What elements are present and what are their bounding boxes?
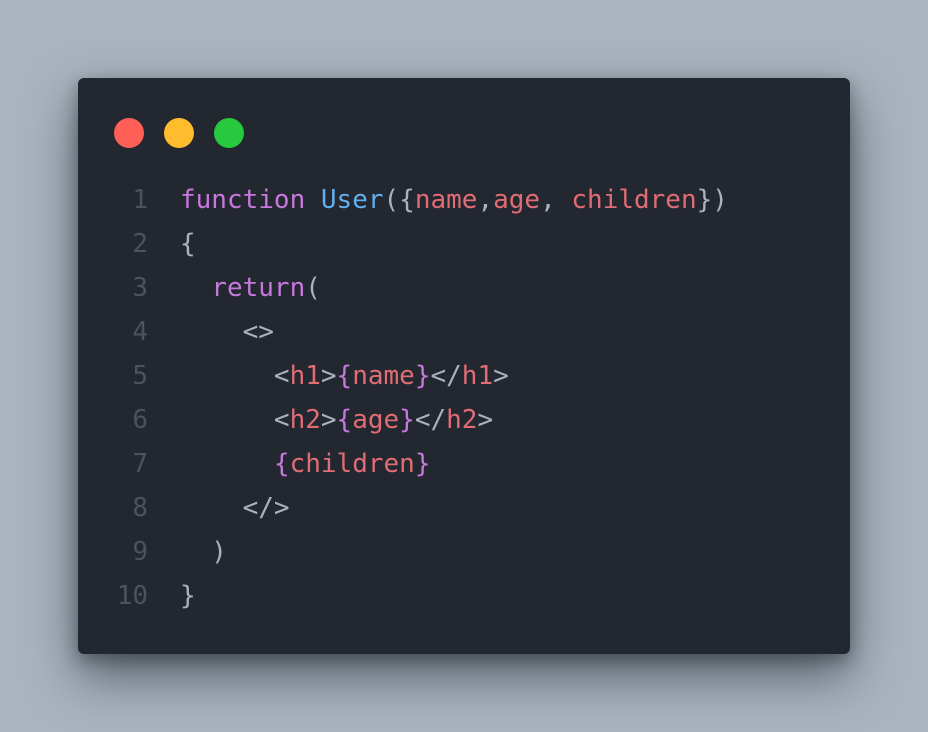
code-token-punct [180,449,274,479]
line-number: 4 [132,317,148,347]
code-token-punct: > [493,361,509,391]
code-token-tag: h1 [289,361,321,391]
code-token-punct: ({ [383,185,415,215]
code-token-punct: , [477,185,494,215]
code-token-param: children [571,185,697,215]
code-line: 7 {children} [78,442,850,486]
maximize-dot-icon[interactable] [214,118,244,148]
code-token-punct: < [180,361,290,391]
code-token-brace: { [336,361,353,391]
close-dot-icon[interactable] [114,118,144,148]
code-token-punct: </ [430,361,462,391]
code-line: 10} [78,574,850,618]
code-block: 1 function User({name,age, children}) 2{3 … [78,178,850,618]
code-token-punct: > [320,405,337,435]
line-number: 10 [116,581,148,611]
line-source: </> [180,486,290,530]
code-line: 9 ) [78,530,850,574]
line-number: 5 [132,361,148,391]
code-line: 1 function User({name,age, children}) [78,178,850,222]
code-token-punct: <> [180,317,274,347]
code-token-punct: ( [305,273,321,303]
code-token-punct [180,273,211,303]
line-source: <> [180,310,274,354]
line-source: return( [180,266,321,310]
line-source: {children} [180,442,431,486]
line-number: 9 [132,537,148,567]
code-token-tag: h1 [461,361,494,391]
line-number: 6 [132,405,148,435]
code-token-punct: }) [696,185,728,215]
code-token-punct [305,185,321,215]
code-token-param: name [352,361,415,391]
code-token-punct: ) [180,537,227,567]
code-token-brace: } [399,405,415,435]
line-source: } [180,574,196,618]
code-token-brace: } [414,449,431,479]
line-source: { [180,222,196,266]
code-token-punct: < [180,405,290,435]
code-token-tag: h2 [446,405,478,435]
code-token-punct: > [320,361,337,391]
code-token-punct: , [540,185,572,215]
line-source: ) [180,530,227,574]
line-number: 1 [132,185,148,215]
line-number: 8 [132,493,148,523]
code-line: 5 <h1>{name}</h1> [78,354,850,398]
code-token-brace: { [336,405,353,435]
code-token-brace: } [414,361,431,391]
code-token-func: User [320,185,384,215]
line-number: 7 [132,449,148,479]
code-token-param: name [414,185,478,215]
code-token-param: age [493,185,541,215]
line-number: 3 [132,273,148,303]
code-line: 8 </> [78,486,850,530]
code-token-punct: > [477,405,494,435]
line-source: <h2>{age}</h2> [180,398,493,442]
code-line: 3 return( [78,266,850,310]
code-line: 2{ [78,222,850,266]
code-line: 4 <> [78,310,850,354]
code-token-tag: h2 [289,405,321,435]
minimize-dot-icon[interactable] [164,118,194,148]
code-token-param: age [352,405,400,435]
code-token-keyword: return [211,273,306,303]
code-token-punct: } [180,581,196,611]
code-token-punct: { [180,229,196,259]
code-token-param: children [289,449,415,479]
line-source: function User({name,age, children}) [180,178,728,222]
code-token-punct: </ [414,405,447,435]
code-token-keyword: function [180,185,306,215]
code-token-punct: </> [180,493,290,523]
line-number: 2 [132,229,148,259]
code-token-brace: { [273,449,290,479]
code-line: 6 <h2>{age}</h2> [78,398,850,442]
code-window: 1 function User({name,age, children}) 2{3 … [78,78,850,654]
line-source: <h1>{name}</h1> [180,354,509,398]
